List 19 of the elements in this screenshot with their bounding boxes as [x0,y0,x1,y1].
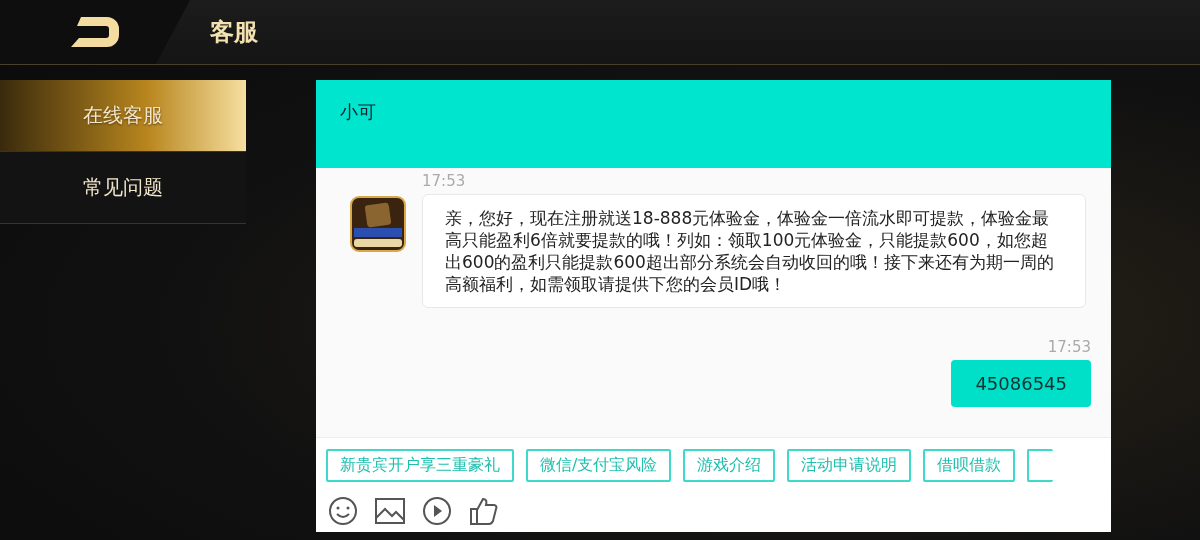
message-bubble: 45086545 [951,360,1091,407]
quick-reply-button[interactable]: 游戏介绍 [683,449,776,482]
quick-reply-button[interactable]: 借呗借款 [923,449,1016,482]
quick-reply-button[interactable]: 微信/支付宝风险 [526,449,672,482]
back-icon[interactable] [69,17,121,47]
message-bubble: 亲，您好，现在注册就送18-888元体验金，体验金一倍流水即可提款，体验金最高只能盈利6倍就要提款的哦！列如：领取100元体验金，只能提款600，如您超出600的盈利只能提款600超出部分系统会自动收回的哦！接下来还有为期一周的高额福利，如需领取请提供下您的会员ID哦！ [422,194,1086,308]
image-icon[interactable] [374,496,406,526]
agent-name: 小可 [340,100,376,124]
page-title: 客服 [210,17,258,48]
quick-reply-button[interactable]: 新贵宾开户享三重豪礼 [326,449,514,482]
message-time: 17:53 [1047,338,1091,356]
thumbs-up-icon[interactable] [468,496,498,526]
play-icon[interactable] [422,496,452,526]
quick-reply-button[interactable]: 活动申请说明 [787,449,912,482]
avatar-icon [350,196,406,252]
emoji-icon[interactable] [328,496,358,526]
sidebar-tab[interactable]: 在线客服 [0,80,246,152]
sidebar-tab[interactable]: 常见问题 [0,152,246,224]
message-time: 17:53 [422,172,467,190]
